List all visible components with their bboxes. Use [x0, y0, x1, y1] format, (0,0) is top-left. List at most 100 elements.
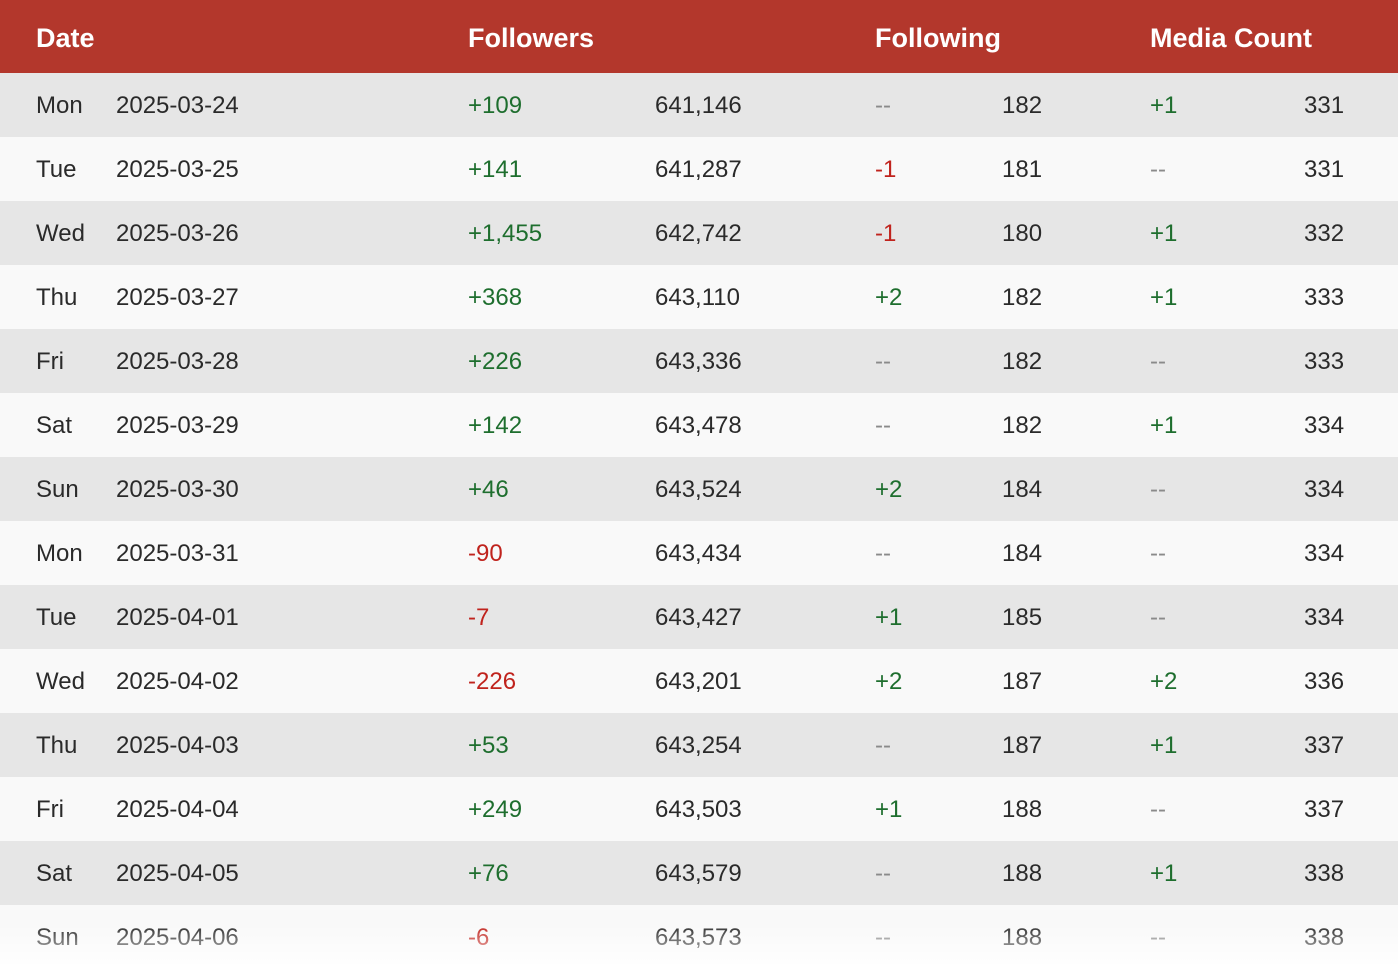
- day-cell: Wed: [36, 668, 85, 695]
- following-total-cell: 187: [1002, 732, 1043, 759]
- following-change-cell: --: [875, 924, 891, 951]
- following-total-cell: 181: [1002, 156, 1043, 183]
- table-row: Fri 2025-04-04 +249 643,503 +1 188 -- 337: [0, 777, 1398, 841]
- followers-total-cell: 643,503: [655, 796, 742, 823]
- followers-total-cell: 643,110: [655, 284, 740, 311]
- media-total-cell: 334: [1304, 540, 1345, 567]
- media-total-cell: 337: [1304, 732, 1345, 759]
- media-total-cell: 331: [1304, 156, 1345, 183]
- following-total-cell: 188: [1002, 924, 1043, 951]
- table-row: Mon 2025-03-24 +109 641,146 -- 182 +1 331: [0, 73, 1398, 137]
- header-date[interactable]: Date: [36, 0, 95, 73]
- date-cell: 2025-04-01: [116, 604, 239, 631]
- media-change-cell: +1: [1150, 92, 1178, 119]
- followers-change-cell: +368: [468, 284, 523, 311]
- media-change-cell: --: [1150, 348, 1166, 375]
- date-cell: 2025-03-30: [116, 476, 239, 503]
- date-cell: 2025-03-27: [116, 284, 239, 311]
- day-cell: Mon: [36, 540, 83, 567]
- followers-change-cell: +46: [468, 476, 509, 503]
- table-row: Sat 2025-04-05 +76 643,579 -- 188 +1 338: [0, 841, 1398, 905]
- following-change-cell: +1: [875, 604, 903, 631]
- media-total-cell: 332: [1304, 220, 1345, 247]
- day-cell: Sat: [36, 412, 73, 439]
- table-row: Sun 2025-04-06 -6 643,573 -- 188 -- 338: [0, 905, 1398, 964]
- followers-total-cell: 643,478: [655, 412, 742, 439]
- header-following[interactable]: Following: [875, 0, 1001, 73]
- table-row: Fri 2025-03-28 +226 643,336 -- 182 -- 333: [0, 329, 1398, 393]
- date-cell: 2025-03-31: [116, 540, 239, 567]
- date-cell: 2025-03-28: [116, 348, 239, 375]
- following-change-cell: +2: [875, 284, 903, 311]
- followers-total-cell: 642,742: [655, 220, 742, 247]
- media-total-cell: 333: [1304, 348, 1345, 375]
- header-followers[interactable]: Followers: [468, 0, 594, 73]
- table-header: Date Followers Following Media Count: [0, 0, 1398, 73]
- media-change-cell: +1: [1150, 732, 1178, 759]
- header-media-count[interactable]: Media Count: [1150, 0, 1312, 73]
- date-cell: 2025-04-03: [116, 732, 239, 759]
- table-body: Mon 2025-03-24 +109 641,146 -- 182 +1 331 Tue 202…: [0, 73, 1398, 964]
- day-cell: Sun: [36, 924, 79, 951]
- media-change-cell: --: [1150, 156, 1166, 183]
- following-change-cell: --: [875, 348, 891, 375]
- day-cell: Fri: [36, 796, 64, 823]
- media-total-cell: 334: [1304, 412, 1345, 439]
- day-cell: Mon: [36, 92, 83, 119]
- day-cell: Fri: [36, 348, 64, 375]
- following-total-cell: 187: [1002, 668, 1043, 695]
- media-total-cell: 338: [1304, 860, 1345, 887]
- followers-total-cell: 643,201: [655, 668, 742, 695]
- media-total-cell: 333: [1304, 284, 1345, 311]
- table-row: Thu 2025-03-27 +368 643,110 +2 182 +1 333: [0, 265, 1398, 329]
- followers-change-cell: +142: [468, 412, 523, 439]
- followers-change-cell: +141: [468, 156, 523, 183]
- followers-total-cell: 643,579: [655, 860, 742, 887]
- table-row: Tue 2025-03-25 +141 641,287 -1 181 -- 331: [0, 137, 1398, 201]
- day-cell: Sun: [36, 476, 79, 503]
- media-total-cell: 334: [1304, 476, 1345, 503]
- following-change-cell: +2: [875, 476, 903, 503]
- media-change-cell: --: [1150, 476, 1166, 503]
- media-change-cell: +1: [1150, 860, 1178, 887]
- date-cell: 2025-04-06: [116, 924, 239, 951]
- following-change-cell: +2: [875, 668, 903, 695]
- following-total-cell: 188: [1002, 796, 1043, 823]
- day-cell: Tue: [36, 156, 77, 183]
- date-cell: 2025-04-04: [116, 796, 239, 823]
- following-total-cell: 182: [1002, 92, 1043, 119]
- date-cell: 2025-03-29: [116, 412, 239, 439]
- followers-total-cell: 643,573: [655, 924, 742, 951]
- day-cell: Wed: [36, 220, 85, 247]
- media-change-cell: --: [1150, 604, 1166, 631]
- media-change-cell: --: [1150, 540, 1166, 567]
- media-total-cell: 331: [1304, 92, 1345, 119]
- media-change-cell: --: [1150, 796, 1166, 823]
- following-change-cell: --: [875, 732, 891, 759]
- followers-change-cell: -90: [468, 540, 503, 567]
- followers-change-cell: +109: [468, 92, 523, 119]
- following-change-cell: --: [875, 540, 891, 567]
- day-cell: Sat: [36, 860, 73, 887]
- table-row: Sat 2025-03-29 +142 643,478 -- 182 +1 334: [0, 393, 1398, 457]
- table-row: Sun 2025-03-30 +46 643,524 +2 184 -- 334: [0, 457, 1398, 521]
- stats-table: Date Followers Following Media Count Mon…: [0, 0, 1398, 964]
- followers-change-cell: +249: [468, 796, 523, 823]
- date-cell: 2025-03-24: [116, 92, 239, 119]
- followers-total-cell: 643,254: [655, 732, 742, 759]
- followers-change-cell: -7: [468, 604, 490, 631]
- followers-total-cell: 641,287: [655, 156, 742, 183]
- following-total-cell: 184: [1002, 540, 1043, 567]
- followers-total-cell: 643,434: [655, 540, 742, 567]
- following-change-cell: +1: [875, 796, 903, 823]
- day-cell: Thu: [36, 284, 78, 311]
- following-change-cell: -1: [875, 220, 897, 247]
- followers-total-cell: 641,146: [655, 92, 742, 119]
- following-change-cell: --: [875, 860, 891, 887]
- following-total-cell: 182: [1002, 412, 1043, 439]
- media-change-cell: +1: [1150, 220, 1178, 247]
- table-row: Tue 2025-04-01 -7 643,427 +1 185 -- 334: [0, 585, 1398, 649]
- date-cell: 2025-03-25: [116, 156, 239, 183]
- following-total-cell: 185: [1002, 604, 1043, 631]
- followers-total-cell: 643,336: [655, 348, 742, 375]
